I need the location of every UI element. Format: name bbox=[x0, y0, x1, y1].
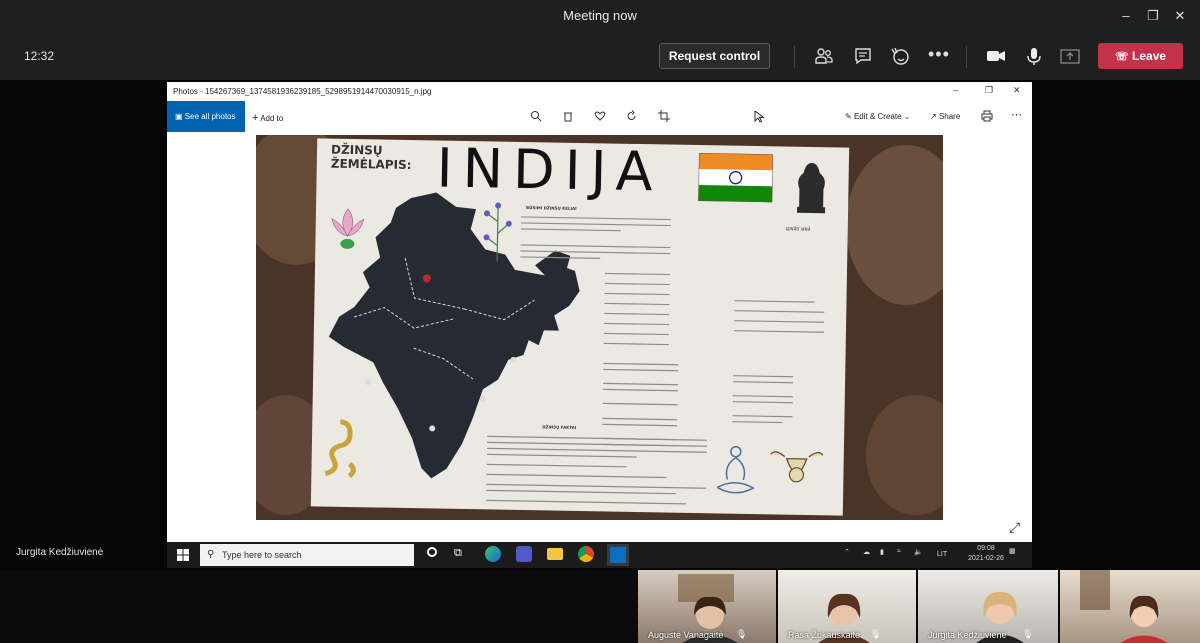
mic-icon[interactable] bbox=[1022, 45, 1046, 67]
participant-name: Jurgita Kedžiuvienė bbox=[928, 630, 1007, 640]
presenter-name: Jurgita Kedžiuvienė bbox=[16, 547, 104, 558]
share-button[interactable]: ↗ Share bbox=[930, 112, 960, 121]
share-arrow-icon: ↗ bbox=[930, 112, 937, 121]
poster-text-lines-right bbox=[732, 300, 825, 424]
search-icon: ⚲ bbox=[207, 549, 215, 560]
taskbar-search-placeholder: Type here to search bbox=[222, 550, 302, 560]
request-control-button[interactable]: Request control bbox=[659, 43, 770, 69]
mic-icon: 🎙 bbox=[1022, 629, 1034, 639]
cortana-icon[interactable] bbox=[427, 547, 437, 557]
meeting-toolbar: 12:32 Request control ••• ☏ Leave bbox=[0, 32, 1200, 80]
participant-name: Augustė Vanagaitė bbox=[648, 630, 724, 640]
leave-button[interactable]: ☏ Leave bbox=[1098, 43, 1183, 69]
share-icon[interactable] bbox=[1058, 45, 1082, 67]
minimize-icon[interactable]: – bbox=[1116, 6, 1136, 26]
participant-video bbox=[1080, 570, 1168, 643]
taskbar-date: 2021-02-26 bbox=[968, 555, 1004, 562]
rotate-icon[interactable] bbox=[626, 110, 638, 122]
india-flag-icon bbox=[698, 153, 774, 203]
wifi-icon[interactable]: ≈ bbox=[897, 548, 901, 555]
poster-photo: DŽINSŲ ŽEMĖLAPIS: INDIJA सत्यमेव जयते BŪ… bbox=[256, 135, 943, 520]
zoom-icon[interactable] bbox=[530, 110, 542, 122]
photos-minimize-icon[interactable]: – bbox=[953, 85, 958, 95]
battery-icon[interactable]: ▮ bbox=[880, 548, 884, 556]
poster-section-heading: BŪSIMI DŽINSŲ KELIAI bbox=[526, 205, 577, 211]
edit-icon: ✎ bbox=[845, 112, 852, 121]
windows-taskbar: ⚲ Type here to search ⧉ ⌃ ☁ ▮ ≈ 🔈 LIT 09… bbox=[167, 542, 1032, 568]
mic-icon: 🎙 bbox=[870, 629, 882, 639]
lotus-icon bbox=[331, 208, 365, 249]
poster-section-heading-2: DŽINSŲ FAKTAI bbox=[542, 424, 577, 430]
toolbar-divider bbox=[794, 46, 795, 68]
cloud-icon[interactable]: ☁ bbox=[863, 548, 870, 556]
more-options-icon[interactable]: ⋯ bbox=[1011, 108, 1022, 121]
notification-icon[interactable]: ▦ bbox=[1009, 547, 1016, 555]
heart-icon[interactable] bbox=[594, 110, 606, 122]
edge-icon[interactable] bbox=[485, 546, 501, 562]
taskbar-search-box[interactable]: ⚲ Type here to search bbox=[200, 544, 414, 566]
mic-icon: 🎙 bbox=[736, 629, 748, 639]
participant-tile[interactable]: Rasa Žukauskaitė 🎙 bbox=[778, 570, 916, 643]
emblem-caption: सत्यमेव जयते bbox=[785, 226, 811, 234]
reactions-icon[interactable] bbox=[888, 45, 912, 67]
yoga-figure-icon bbox=[716, 445, 755, 494]
window-title: Meeting now bbox=[563, 8, 637, 23]
cow-icon bbox=[770, 451, 824, 483]
participant-tile[interactable]: Augustė Vanagaitė 🎙 bbox=[638, 570, 776, 643]
photos-icon: ▣ bbox=[175, 112, 183, 121]
cobra-icon bbox=[324, 419, 356, 479]
more-icon[interactable]: ••• bbox=[928, 44, 950, 65]
photos-app-icon bbox=[610, 547, 626, 563]
volume-icon[interactable]: 🔈 bbox=[914, 548, 923, 556]
meeting-clock: 12:32 bbox=[24, 49, 55, 63]
see-all-photos-button[interactable]: ▣ See all photos bbox=[167, 101, 245, 132]
restore-icon[interactable]: ❐ bbox=[1143, 6, 1163, 26]
title-bar: Meeting now – ❐ ✕ bbox=[0, 0, 1200, 32]
task-view-icon[interactable]: ⧉ bbox=[454, 547, 462, 560]
chat-icon[interactable] bbox=[851, 45, 875, 67]
taskbar-clock[interactable]: 09:08 2021-02-26 bbox=[966, 544, 1006, 564]
cursor-icon bbox=[754, 111, 765, 123]
teams-icon[interactable] bbox=[516, 546, 532, 562]
add-to-button[interactable]: + Add to bbox=[252, 112, 283, 124]
emblem-icon bbox=[797, 163, 826, 214]
phone-hangup-icon: ☏ bbox=[1114, 51, 1129, 63]
fullscreen-icon[interactable]: ⤢ bbox=[1009, 519, 1020, 536]
close-icon[interactable]: ✕ bbox=[1170, 6, 1190, 26]
crop-icon[interactable] bbox=[658, 110, 670, 122]
see-all-photos-label: See all photos bbox=[184, 112, 236, 121]
toolbar-divider bbox=[966, 46, 967, 68]
taskbar-time: 09:08 bbox=[977, 545, 995, 552]
participants-icon[interactable] bbox=[812, 45, 836, 67]
tray-chevron-icon[interactable]: ⌃ bbox=[844, 548, 850, 556]
indigo-plant-icon bbox=[483, 202, 512, 262]
edit-create-button[interactable]: ✎ Edit & Create ⌄ bbox=[845, 112, 910, 121]
poster-subtitle: DŽINSŲ ŽEMĖLAPIS: bbox=[330, 142, 412, 173]
add-to-label: Add to bbox=[260, 114, 284, 123]
edit-create-label: Edit & Create bbox=[853, 112, 902, 121]
participant-tile[interactable]: Jurgita Kedžiuvienė 🎙 bbox=[918, 570, 1058, 643]
leave-label: Leave bbox=[1132, 49, 1167, 63]
poster-facts-lines bbox=[485, 435, 708, 505]
participant-tile[interactable] bbox=[1060, 570, 1200, 643]
participant-name: Rasa Žukauskaitė bbox=[788, 630, 861, 640]
print-icon[interactable] bbox=[981, 110, 993, 122]
photos-close-icon[interactable]: ✕ bbox=[1013, 85, 1021, 96]
photos-taskbar-slot[interactable] bbox=[607, 544, 629, 566]
camera-icon[interactable] bbox=[984, 45, 1008, 67]
plus-icon: + bbox=[252, 112, 259, 124]
file-explorer-icon[interactable] bbox=[547, 548, 563, 560]
poster-sheet: DŽINSŲ ŽEMĖLAPIS: INDIJA सत्यमेव जयते BŪ… bbox=[310, 136, 850, 516]
photos-restore-icon[interactable]: ❐ bbox=[985, 85, 993, 96]
chevron-down-icon: ⌄ bbox=[903, 112, 911, 121]
language-indicator[interactable]: LIT bbox=[937, 551, 947, 558]
photos-window-title: Photos - 154267369_1374581936239185_5298… bbox=[173, 87, 432, 96]
chrome-icon[interactable] bbox=[578, 546, 594, 562]
delete-icon[interactable] bbox=[562, 110, 574, 122]
windows-start-icon[interactable] bbox=[177, 549, 189, 561]
share-label: Share bbox=[938, 112, 961, 121]
